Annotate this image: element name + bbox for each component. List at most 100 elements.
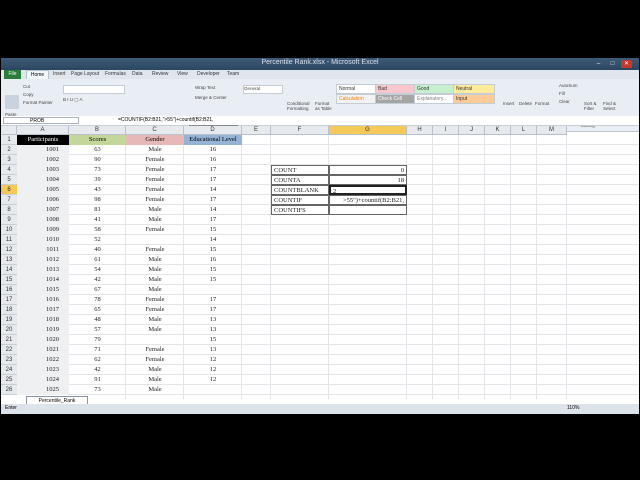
column-header-d[interactable]: D	[184, 126, 242, 135]
minimize-button[interactable]: –	[593, 60, 604, 68]
gender-cell[interactable]: Male	[126, 285, 184, 295]
education-cell[interactable]: 15	[184, 275, 242, 285]
style-neutral[interactable]: Neutral	[453, 84, 495, 94]
education-cell[interactable]: 14	[184, 235, 242, 245]
participant-cell[interactable]: 1005	[17, 185, 69, 195]
participant-cell[interactable]: 1004	[17, 175, 69, 185]
row-header-12[interactable]: 12	[1, 245, 17, 255]
column-header-b[interactable]: B	[69, 126, 126, 135]
education-cell[interactable]: 17	[184, 195, 242, 205]
participant-cell[interactable]: 1016	[17, 295, 69, 305]
score-cell[interactable]: 73	[69, 385, 126, 395]
maximize-button[interactable]: □	[607, 60, 618, 68]
clear-button[interactable]: Clear	[559, 99, 570, 104]
column-header-k[interactable]: K	[485, 126, 511, 135]
cut-button[interactable]: Cut	[23, 84, 30, 89]
tab-data[interactable]: Data	[132, 71, 143, 77]
row-header-11[interactable]: 11	[1, 235, 17, 245]
education-cell[interactable]: 12	[184, 375, 242, 385]
participant-cell[interactable]: 1006	[17, 195, 69, 205]
score-cell[interactable]: 67	[69, 285, 126, 295]
header-educational-level[interactable]: Educational Level	[184, 135, 242, 145]
gender-cell[interactable]: Male	[126, 315, 184, 325]
education-cell[interactable]: 17	[184, 305, 242, 315]
copy-button[interactable]: Copy	[23, 92, 34, 97]
style-good[interactable]: Good	[414, 84, 456, 94]
font-format-buttons[interactable]: B I U ▢ A	[63, 97, 143, 104]
row-header-19[interactable]: 19	[1, 315, 17, 325]
score-cell[interactable]: 54	[69, 265, 126, 275]
sheet-grid[interactable]: Participants Scores Gender Educational Leve…	[17, 135, 639, 399]
name-box[interactable]: PROB	[3, 117, 79, 124]
gender-cell[interactable]: Male	[126, 255, 184, 265]
column-header-m[interactable]: M	[537, 126, 567, 135]
column-header-g[interactable]: G	[329, 126, 407, 135]
education-cell[interactable]: 12	[184, 365, 242, 375]
style-calculation[interactable]: Calculation	[336, 94, 378, 104]
education-cell[interactable]: 13	[184, 325, 242, 335]
tab-review[interactable]: Review	[152, 71, 168, 77]
education-cell[interactable]: 16	[184, 155, 242, 165]
education-cell[interactable]: 16	[184, 255, 242, 265]
score-cell[interactable]: 62	[69, 355, 126, 365]
participant-cell[interactable]: 1022	[17, 355, 69, 365]
count-label-cell[interactable]: COUNTIFS	[271, 205, 329, 215]
formula-input[interactable]: =COUNTIF(B2:B21,">55")+countif(B2:B21,	[118, 117, 214, 123]
education-cell[interactable]: 15	[184, 265, 242, 275]
style-normal[interactable]: Normal	[336, 84, 378, 94]
gender-cell[interactable]: Male	[126, 265, 184, 275]
row-header-2[interactable]: 2	[1, 145, 17, 155]
row-header-16[interactable]: 16	[1, 285, 17, 295]
participant-cell[interactable]: 1024	[17, 375, 69, 385]
sort-filter-button[interactable]: Sort & Filter	[584, 101, 602, 111]
tab-page-layout[interactable]: Page Layout	[71, 71, 99, 77]
row-header-8[interactable]: 8	[1, 205, 17, 215]
row-header-1[interactable]: 1	[1, 135, 17, 145]
participant-cell[interactable]: 1020	[17, 335, 69, 345]
column-header-i[interactable]: I	[433, 126, 459, 135]
row-header-26[interactable]: 26	[1, 385, 17, 395]
participant-cell[interactable]: 1010	[17, 235, 69, 245]
score-cell[interactable]: 61	[69, 255, 126, 265]
style-bad[interactable]: Bad	[375, 84, 417, 94]
education-cell[interactable]: 17	[184, 175, 242, 185]
row-header-20[interactable]: 20	[1, 325, 17, 335]
score-cell[interactable]: 90	[69, 155, 126, 165]
gender-cell[interactable]: Female	[126, 185, 184, 195]
gender-cell[interactable]: Female	[126, 345, 184, 355]
participant-cell[interactable]: 1018	[17, 315, 69, 325]
score-cell[interactable]: 57	[69, 325, 126, 335]
gender-cell[interactable]: Male	[126, 205, 184, 215]
tab-team[interactable]: Team	[227, 71, 239, 77]
zoom-level[interactable]: 110%	[567, 405, 579, 411]
score-cell[interactable]: 52	[69, 235, 126, 245]
delete-cells-button[interactable]: Delete	[519, 101, 532, 106]
education-cell[interactable]: 13	[184, 345, 242, 355]
gender-cell[interactable]: Female	[126, 165, 184, 175]
tab-developer[interactable]: Developer	[197, 71, 220, 77]
education-cell[interactable]: 13	[184, 315, 242, 325]
column-header-f[interactable]: F	[271, 126, 329, 135]
education-cell[interactable]: 15	[184, 335, 242, 345]
education-cell[interactable]: 14	[184, 205, 242, 215]
gender-cell[interactable]: Female	[126, 155, 184, 165]
count-label-cell[interactable]: COUNTA	[271, 175, 329, 185]
gender-cell[interactable]: Female	[126, 195, 184, 205]
score-cell[interactable]: 98	[69, 195, 126, 205]
paste-icon[interactable]	[5, 95, 19, 109]
column-header-a[interactable]: A	[17, 126, 69, 135]
education-cell[interactable]	[184, 385, 242, 395]
active-cell[interactable]: 2	[329, 185, 407, 195]
count-value-cell[interactable]: 18	[329, 175, 407, 185]
gender-cell[interactable]: Female	[126, 305, 184, 315]
gender-cell[interactable]: Male	[126, 275, 184, 285]
fill-button[interactable]: Fill	[559, 91, 565, 96]
row-header-3[interactable]: 3	[1, 155, 17, 165]
education-cell[interactable]: 12	[184, 355, 242, 365]
gender-cell[interactable]: Male	[126, 365, 184, 375]
gender-cell[interactable]: Female	[126, 245, 184, 255]
column-header-e[interactable]: E	[242, 126, 271, 135]
column-header-h[interactable]: H	[407, 126, 433, 135]
row-header-14[interactable]: 14	[1, 265, 17, 275]
participant-cell[interactable]: 1012	[17, 255, 69, 265]
